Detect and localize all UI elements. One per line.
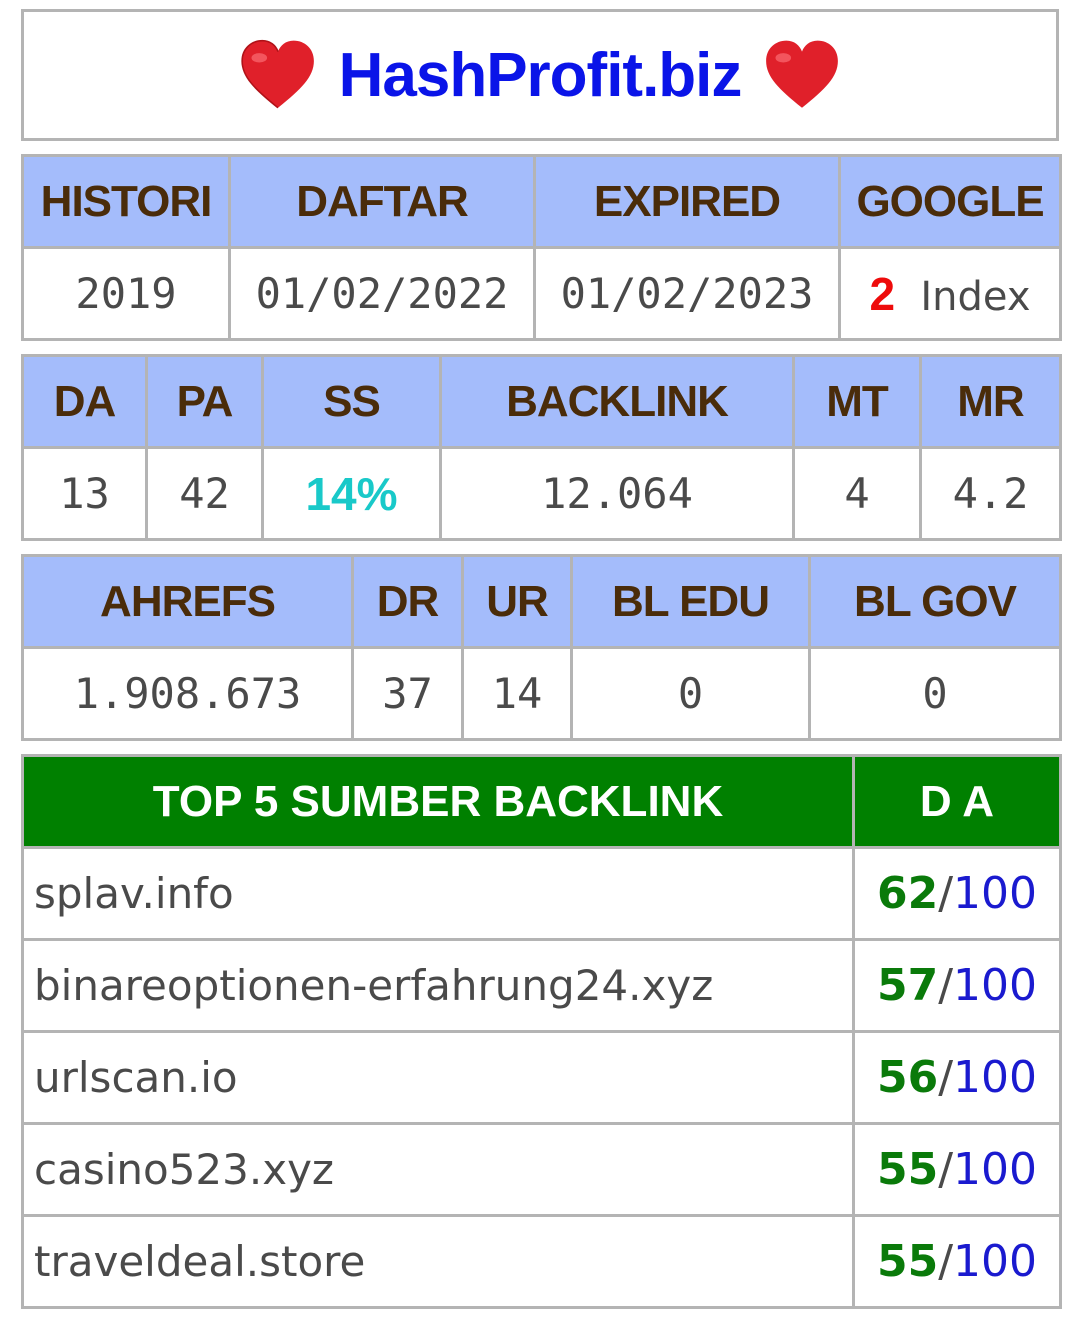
spam-score: 14%	[305, 467, 398, 520]
google-index-count: 2	[869, 267, 896, 320]
google-index-value: 2 Index	[838, 246, 1062, 341]
backlink-da: 57/100	[852, 938, 1062, 1033]
bl-edu-value: 0	[570, 646, 811, 741]
heart-icon	[766, 40, 839, 108]
moz-metrics-table: DA PA SS BACKLINK MT MR 13 42 14% 12.064…	[21, 354, 1062, 541]
header-top-sources: TOP 5 SUMBER BACKLINK	[21, 754, 855, 849]
header-bl-gov: BL GOV	[808, 554, 1062, 649]
ur-value: 14	[461, 646, 573, 741]
ss-value: 14%	[261, 446, 442, 541]
ahrefs-value: 1.908.673	[21, 646, 354, 741]
title-banner: HashProfit.biz	[21, 9, 1059, 141]
table-row: urlscan.io 56/100	[21, 1030, 1062, 1125]
backlink-da: 55/100	[852, 1214, 1062, 1309]
pa-value: 42	[145, 446, 264, 541]
header-backlink-da: D A	[852, 754, 1062, 849]
bl-gov-value: 0	[808, 646, 1062, 741]
backlink-site: casino523.xyz	[21, 1122, 855, 1217]
header-ss: SS	[261, 354, 442, 449]
backlink-value: 12.064	[439, 446, 795, 541]
header-histori: HISTORI	[21, 154, 231, 249]
heart-icon	[240, 39, 314, 109]
table-row: splav.info 62/100	[21, 846, 1062, 941]
backlink-site: traveldeal.store	[21, 1214, 855, 1309]
histori-value: 2019	[21, 246, 231, 341]
da-value: 13	[21, 446, 148, 541]
site-title: HashProfit.biz	[338, 40, 743, 110]
header-mt: MT	[792, 354, 922, 449]
header-bl-edu: BL EDU	[570, 554, 811, 649]
header-mr: MR	[919, 354, 1062, 449]
google-index-label: Index	[920, 273, 1031, 320]
header-ahrefs: AHREFS	[21, 554, 354, 649]
backlink-site: binareoptionen-erfahrung24.xyz	[21, 938, 855, 1033]
backlink-da: 56/100	[852, 1030, 1062, 1125]
backlink-site: urlscan.io	[21, 1030, 855, 1125]
mr-value: 4.2	[919, 446, 1062, 541]
top-backlinks-table: TOP 5 SUMBER BACKLINK D A splav.info 62/…	[21, 754, 1062, 1309]
header-ur: UR	[461, 554, 573, 649]
header-expired: EXPIRED	[533, 154, 841, 249]
domain-info-table: HISTORI DAFTAR EXPIRED GOOGLE 2019 01/02…	[21, 154, 1062, 341]
seo-report: HashProfit.biz HISTORI DAFTAR EXPIRED GO…	[21, 9, 1062, 1309]
ahrefs-metrics-table: AHREFS DR UR BL EDU BL GOV 1.908.673 37 …	[21, 554, 1062, 741]
backlink-site: splav.info	[21, 846, 855, 941]
header-da: DA	[21, 354, 148, 449]
expired-value: 01/02/2023	[533, 246, 841, 341]
table-row: binareoptionen-erfahrung24.xyz 57/100	[21, 938, 1062, 1033]
header-daftar: DAFTAR	[228, 154, 536, 249]
header-pa: PA	[145, 354, 264, 449]
mt-value: 4	[792, 446, 922, 541]
header-dr: DR	[351, 554, 464, 649]
header-google: GOOGLE	[838, 154, 1062, 249]
daftar-value: 01/02/2022	[228, 246, 536, 341]
backlink-da: 55/100	[852, 1122, 1062, 1217]
header-backlink: BACKLINK	[439, 354, 795, 449]
backlink-da: 62/100	[852, 846, 1062, 941]
table-row: casino523.xyz 55/100	[21, 1122, 1062, 1217]
dr-value: 37	[351, 646, 464, 741]
table-row: traveldeal.store 55/100	[21, 1214, 1062, 1309]
